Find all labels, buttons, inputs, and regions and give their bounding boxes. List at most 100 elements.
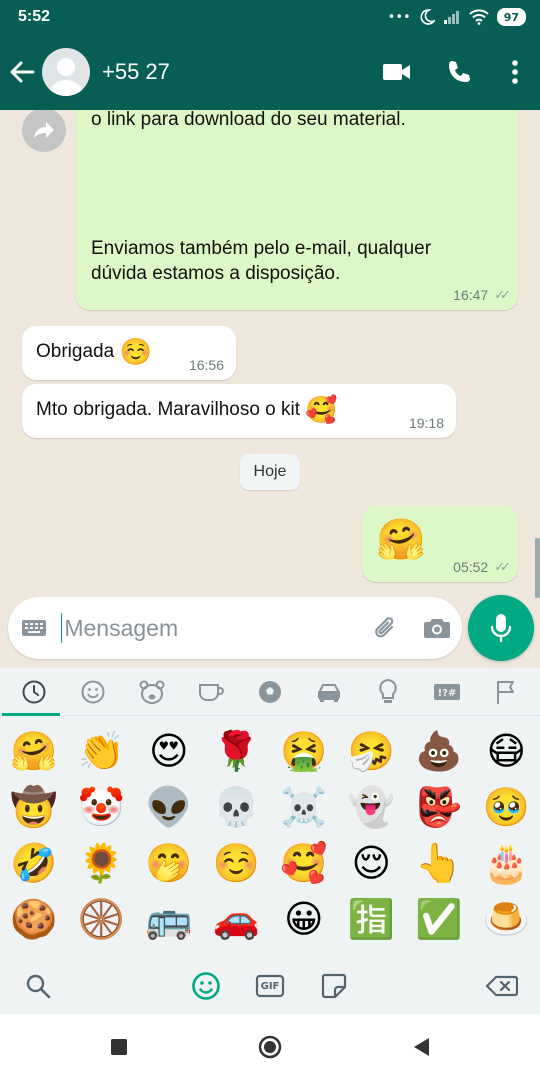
chat-area[interactable]: o link para download do seu material. En… [0,110,540,668]
message-input[interactable] [62,608,361,648]
tab-symbols[interactable]: !?# [422,669,472,715]
tab-objects[interactable] [363,669,413,715]
wifi-icon [468,9,489,25]
emoji-key[interactable]: 🌻 [68,835,136,891]
contact-name[interactable]: +55 27 [102,59,366,85]
emoji-key[interactable]: 👆 [405,835,473,891]
tab-smileys[interactable] [68,669,118,715]
emoji-category-bar: !?# [0,668,540,716]
message-bubble-incoming[interactable]: Obrigada ☺️ 16:56 [22,326,236,380]
emoji-key[interactable]: 🤣 [0,835,68,891]
emoji-key[interactable]: 🥹 [473,779,540,835]
backspace-button[interactable] [478,962,526,1010]
tab-travel[interactable] [304,669,354,715]
emoji-panel: !?# 🤗 👏 😍 🌹 🤮 🤧 💩 😷 🤠 🤡 👽 💀 ☠️ 👻 👺 🥹 🤣 🌻 🤭 ☺️ 🥰 😌 👆 🎂 🍪 🛞 🚌 🚗 😀 🈯 ✅ 🍮 G… [0,668,540,1014]
emoji-key[interactable]: 😍 [135,723,203,779]
emoji-search-button[interactable] [14,962,62,1010]
message-bubble-outgoing[interactable]: o link para download do seu material. En… [76,110,518,310]
emoji-key[interactable]: 💩 [405,723,473,779]
kebab-menu-icon [512,60,518,84]
emoji-key[interactable]: 💀 [203,779,271,835]
avatar[interactable] [42,48,90,96]
message-bubble-outgoing[interactable]: 🤗 05:52 ✓✓ [362,506,518,582]
emoji-key[interactable]: 🤮 [270,723,338,779]
emoji-key[interactable]: ☺️ [203,835,271,891]
emoji-key[interactable]: 🤠 [0,779,68,835]
lightbulb-icon [379,678,397,703]
back-nav-button[interactable] [389,1022,455,1072]
backspace-icon [486,975,518,997]
smiley-icon [81,680,105,703]
gif-tab-button[interactable]: GIF [246,962,294,1010]
message-time: 16:47 [453,287,489,303]
emoji-key[interactable]: 🍮 [473,891,540,947]
battery-indicator: 97 [496,8,526,26]
chat-header: +55 27 [0,34,540,110]
status-time: 5:52 [18,8,51,25]
scrollbar[interactable] [535,538,540,598]
emoji-key[interactable]: 😷 [473,723,540,779]
active-tab-indicator [2,713,60,716]
voice-call-button[interactable] [428,48,490,96]
emoji-key[interactable]: ✅ [405,891,473,947]
tab-activity[interactable] [245,669,295,715]
message-meta: 05:52 ✓✓ [453,559,511,575]
attach-button[interactable] [360,597,411,659]
emoji-key[interactable]: 😀 [270,891,338,947]
emoji-key[interactable]: 🥰 [270,835,338,891]
keyboard-icon [22,620,47,636]
emoji-key[interactable]: ☠️ [270,779,338,835]
keyboard-toggle-button[interactable] [8,597,61,659]
recents-button[interactable] [86,1022,152,1072]
back-button[interactable] [2,48,42,96]
emoji-key[interactable]: 🤧 [338,723,406,779]
message-input-container [8,597,462,659]
message-bubble-incoming[interactable]: Mto obrigada. Maravilhoso o kit 🥰 19:18 [22,384,456,438]
more-options-button[interactable] [490,48,540,96]
triangle-back-icon [413,1038,429,1056]
tab-food[interactable] [186,669,236,715]
sticker-tab-button[interactable] [310,962,358,1010]
emoji-key[interactable]: 👽 [135,779,203,835]
emoji-key[interactable]: 🤭 [135,835,203,891]
camera-button[interactable] [411,597,462,659]
emoji-key[interactable]: 🈯 [338,891,406,947]
paperclip-icon [374,617,393,638]
message-text: Mto obrigada. Maravilhoso o kit [36,399,301,420]
composer [0,592,540,668]
emoji-key[interactable]: 🍪 [0,891,68,947]
voice-record-button[interactable] [468,595,534,661]
message-text: Enviamos também pelo e-mail, qualquer [91,238,432,259]
emoji-tab-button[interactable] [182,962,230,1010]
emoji-key[interactable]: 🚌 [135,891,203,947]
circle-icon [258,1035,282,1059]
tab-recent[interactable] [9,669,59,715]
bear-icon [139,680,165,704]
emoji-key[interactable]: 🤡 [68,779,136,835]
gif-label: GIF [260,980,280,992]
emoji-key[interactable]: 🌹 [203,723,271,779]
emoji-key[interactable]: 🤗 [0,723,68,779]
emoji-key[interactable]: 🛞 [68,891,136,947]
emoji-key[interactable]: 👺 [405,779,473,835]
message-emoji: 🥰 [305,394,338,425]
message-text: dúvida estamos a disposição. [91,263,341,284]
home-button[interactable] [237,1022,303,1072]
forward-button[interactable] [22,110,66,152]
emoji-key[interactable]: 👻 [338,779,406,835]
double-check-icon: ✓✓ [494,287,511,302]
emoji-key[interactable]: 😌 [338,835,406,891]
message-time: 19:18 [408,415,444,431]
person-icon [48,58,84,96]
forward-arrow-icon [34,122,54,138]
dots-icon: ••• [387,9,411,25]
emoji-key[interactable]: 🚗 [203,891,271,947]
date-separator: Hoje [240,454,300,490]
tab-flags[interactable] [481,669,531,715]
emoji-key[interactable]: 🎂 [473,835,540,891]
video-call-button[interactable] [366,48,428,96]
emoji-key[interactable]: 👏 [68,723,136,779]
tab-animals[interactable] [127,669,177,715]
microphone-icon [490,614,512,643]
sticker-icon [321,973,347,999]
